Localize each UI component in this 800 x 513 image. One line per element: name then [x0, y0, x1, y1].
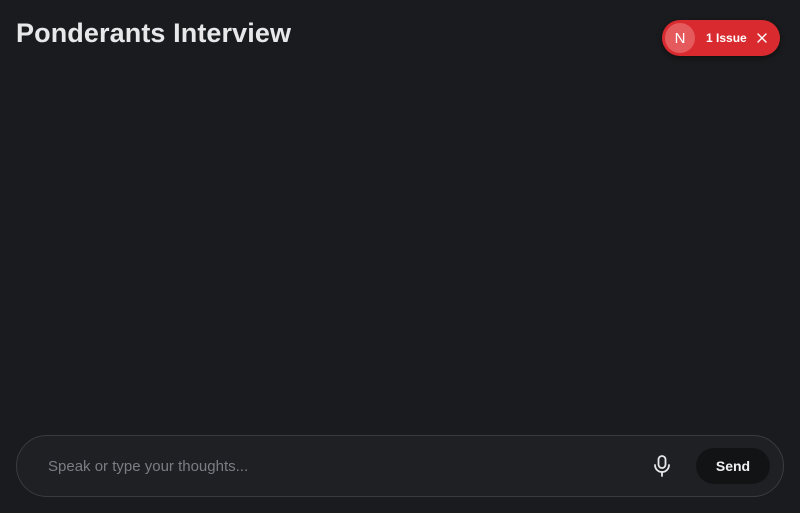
nextjs-logo-badge[interactable]: N: [665, 23, 695, 53]
message-composer: Send: [16, 435, 784, 497]
issue-count-label[interactable]: 1 Issue: [706, 31, 747, 45]
close-icon[interactable]: [755, 31, 769, 45]
microphone-icon[interactable]: [648, 452, 676, 480]
page-title: Ponderants Interview: [16, 18, 292, 48]
message-input[interactable]: [46, 450, 648, 482]
send-button[interactable]: Send: [696, 448, 770, 484]
app-window: Ponderants Interview N 1 Issue Send: [0, 0, 800, 513]
issue-indicator-button[interactable]: N 1 Issue: [662, 20, 780, 56]
